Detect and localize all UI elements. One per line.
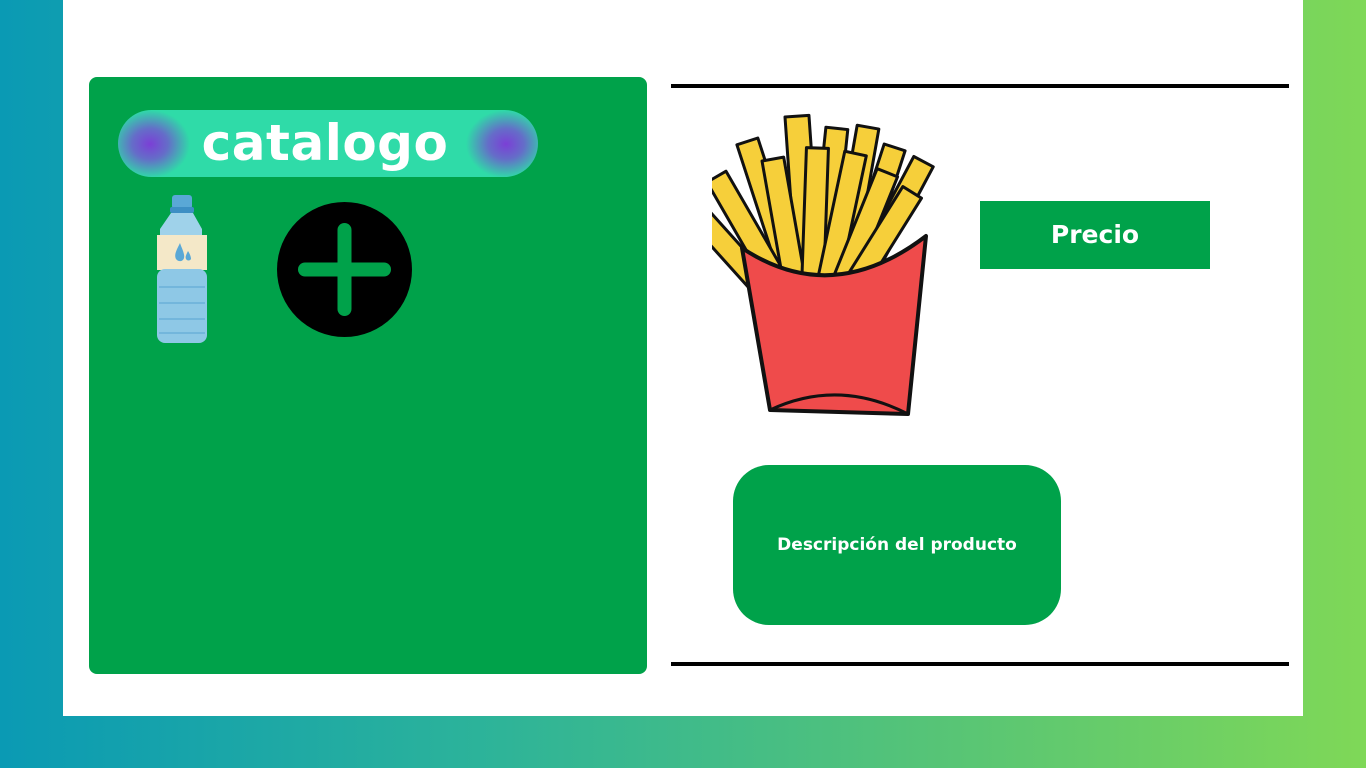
divider-bottom [671,662,1289,666]
catalog-banner: catalogo [118,110,538,177]
plus-icon [298,223,391,316]
add-item-button[interactable] [277,202,412,337]
product-description-label: Descripción del producto [777,535,1017,555]
price-label: Precio [980,201,1210,269]
product-description: Descripción del producto [733,465,1061,625]
divider-top [671,84,1289,88]
water-bottle-icon[interactable] [152,195,210,345]
french-fries-icon [685,108,968,420]
catalog-title: catalogo [201,114,449,172]
